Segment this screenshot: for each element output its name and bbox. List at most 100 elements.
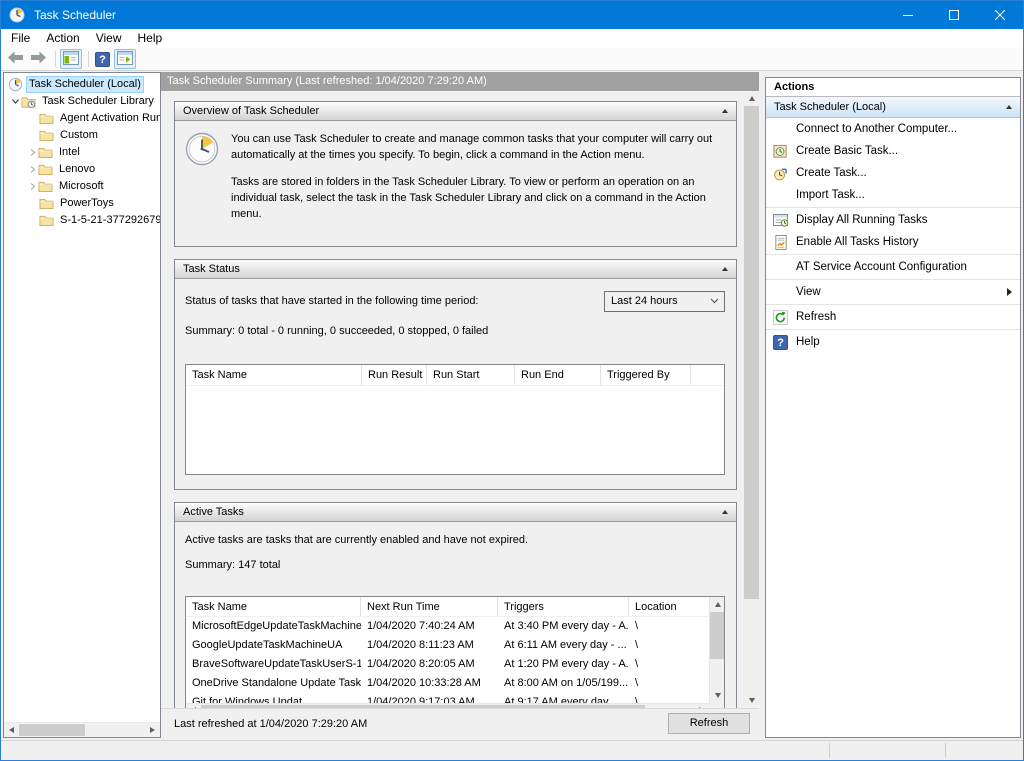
tree-item-agent-activation[interactable]: Agent Activation Runt (4, 110, 160, 127)
submenu-arrow-icon (1007, 288, 1012, 296)
scroll-left-icon[interactable] (4, 723, 19, 738)
action-at-service-account-configuration[interactable]: AT Service Account Configuration (766, 256, 1020, 278)
tree-item-custom[interactable]: Custom (4, 127, 160, 144)
toolbar-help-button[interactable]: ? (93, 49, 112, 69)
menu-view[interactable]: View (88, 29, 130, 48)
active-tasks-section-header[interactable]: Active Tasks (175, 503, 736, 522)
console-tree-toggle-button[interactable] (60, 49, 82, 69)
toolbar: ? (1, 48, 1023, 71)
collapse-icon[interactable] (1006, 105, 1012, 109)
menu-file[interactable]: File (3, 29, 38, 48)
action-create-task[interactable]: Create Task... (766, 162, 1020, 184)
scroll-down-icon[interactable] (710, 688, 725, 703)
column-header[interactable]: Run Result (362, 365, 427, 385)
summary-vertical-scrollbar[interactable] (744, 91, 759, 708)
tree-horizontal-scrollbar[interactable] (4, 722, 160, 737)
cell-location: \ (629, 677, 709, 689)
toolbar-separator (88, 51, 89, 67)
task-status-section-header[interactable]: Task Status (175, 260, 736, 279)
table-row[interactable]: Git for Windows Updat... 1/04/2020 9:17:… (186, 693, 709, 703)
chevron-collapsed-icon[interactable] (26, 148, 38, 157)
tree-item-lenovo[interactable]: Lenovo (4, 161, 160, 178)
chevron-collapsed-icon[interactable] (26, 182, 38, 191)
scrollbar-thumb[interactable] (744, 106, 759, 599)
scroll-right-icon[interactable] (145, 723, 160, 738)
menu-bar: File Action View Help (1, 29, 1023, 48)
chevron-expanded-icon[interactable] (9, 97, 21, 106)
scroll-down-icon[interactable] (744, 693, 759, 708)
column-header[interactable]: Task Name (186, 365, 362, 385)
table-row[interactable]: OneDrive Standalone Update Task-... 1/04… (186, 674, 709, 693)
actions-group-title: Task Scheduler (Local) (774, 101, 1006, 113)
action-view[interactable]: View (766, 281, 1020, 303)
titlebar: Task Scheduler (1, 1, 1023, 29)
cell-location: \ (629, 620, 709, 632)
actions-group-header[interactable]: Task Scheduler (Local) (766, 97, 1020, 118)
column-header[interactable]: Triggered By (601, 365, 691, 385)
action-pane-icon (117, 51, 133, 68)
column-header[interactable]: Location (629, 597, 709, 616)
time-period-dropdown[interactable]: Last 24 hours (604, 291, 725, 312)
active-tasks-vertical-scrollbar[interactable] (709, 597, 724, 703)
tree-item-label[interactable]: Lenovo (57, 162, 97, 177)
active-tasks-section-title: Active Tasks (183, 506, 722, 518)
scrollbar-thumb[interactable] (710, 612, 724, 659)
tree-item-task-scheduler-local[interactable]: Task Scheduler (Local) (4, 76, 160, 93)
chevron-down-icon (710, 295, 719, 307)
active-tasks-horizontal-scrollbar[interactable] (186, 703, 709, 708)
tree-item-label[interactable]: Intel (57, 145, 82, 160)
column-header[interactable]: Next Run Time (361, 597, 498, 616)
tree-item-microsoft[interactable]: Microsoft (4, 178, 160, 195)
column-header[interactable]: Triggers (498, 597, 629, 616)
scrollbar-thumb[interactable] (201, 705, 645, 708)
tree-item-label[interactable]: Custom (58, 128, 100, 143)
tree-item-powertoys[interactable]: PowerToys (4, 195, 160, 212)
menu-help[interactable]: Help (130, 29, 171, 48)
scroll-up-icon[interactable] (744, 91, 759, 106)
refresh-button[interactable]: Refresh (668, 713, 750, 734)
table-row[interactable]: BraveSoftwareUpdateTaskUserS-1-... 1/04/… (186, 655, 709, 674)
tree-item-task-scheduler-library[interactable]: Task Scheduler Library (4, 93, 160, 110)
action-pane-toggle-button[interactable] (114, 49, 136, 69)
tree-item-intel[interactable]: Intel (4, 144, 160, 161)
action-enable-all-tasks-history[interactable]: Enable All Tasks History (766, 231, 1020, 253)
action-import-task[interactable]: Import Task... (766, 184, 1020, 206)
minimize-button[interactable] (885, 1, 931, 29)
back-button[interactable] (5, 49, 26, 69)
action-help[interactable]: ? Help (766, 331, 1020, 353)
folder-icon (38, 162, 54, 177)
column-header[interactable]: Run Start (427, 365, 515, 385)
action-label: Refresh (796, 311, 836, 323)
chevron-collapsed-icon[interactable] (26, 165, 38, 174)
tree-item-label[interactable]: PowerToys (58, 196, 116, 211)
column-header[interactable]: Task Name (186, 597, 361, 616)
collapse-icon[interactable] (722, 267, 728, 271)
scroll-up-icon[interactable] (710, 597, 725, 612)
tree-item-label[interactable]: Agent Activation Runt (58, 111, 160, 126)
tree-item-sid-folder[interactable]: S-1-5-21-3772926790- (4, 212, 160, 229)
action-refresh[interactable]: Refresh (766, 306, 1020, 328)
table-row[interactable]: GoogleUpdateTaskMachineUA 1/04/2020 8:11… (186, 636, 709, 655)
last-refreshed-text: Last refreshed at 1/04/2020 7:29:20 AM (174, 718, 367, 730)
close-button[interactable] (977, 1, 1023, 29)
refresh-icon (772, 309, 789, 325)
tree-item-label[interactable]: S-1-5-21-3772926790- (58, 213, 160, 228)
action-create-basic-task[interactable]: Create Basic Task... (766, 140, 1020, 162)
collapse-icon[interactable] (722, 109, 728, 113)
tree-item-label[interactable]: Task Scheduler (Local) (27, 77, 143, 92)
scrollbar-thumb[interactable] (19, 724, 85, 736)
overview-section-header[interactable]: Overview of Task Scheduler (175, 102, 736, 121)
action-label: Create Basic Task... (796, 145, 898, 157)
tree-item-label[interactable]: Task Scheduler Library (40, 94, 156, 109)
forward-button[interactable] (28, 49, 49, 69)
menu-action[interactable]: Action (38, 29, 87, 48)
maximize-button[interactable] (931, 1, 977, 29)
column-header[interactable]: Run End (515, 365, 601, 385)
collapse-icon[interactable] (722, 510, 728, 514)
table-row[interactable]: MicrosoftEdgeUpdateTaskMachine... 1/04/2… (186, 617, 709, 636)
action-connect-to-another-computer[interactable]: Connect to Another Computer... (766, 118, 1020, 140)
action-display-all-running-tasks[interactable]: Display All Running Tasks (766, 209, 1020, 231)
actions-separator (766, 279, 1020, 280)
tree-item-label[interactable]: Microsoft (57, 179, 106, 194)
main-area: Task Scheduler (Local) Task Scheduler Li… (1, 71, 1023, 740)
